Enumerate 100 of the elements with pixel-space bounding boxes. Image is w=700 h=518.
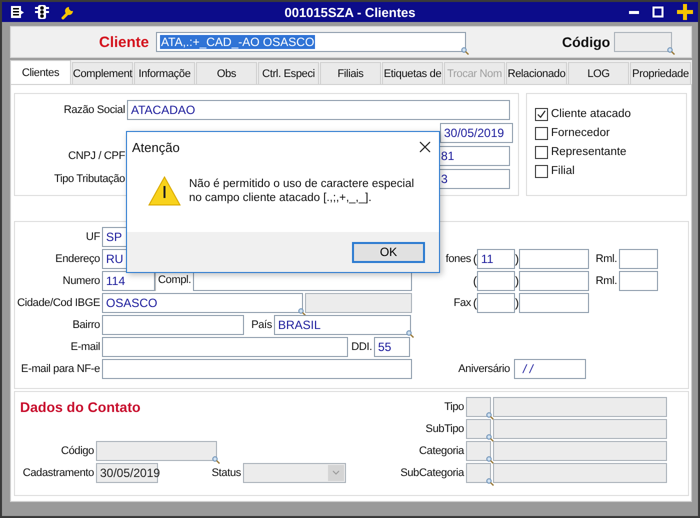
- maximize-button[interactable]: [652, 6, 664, 18]
- text-field[interactable]: ATACADAO: [127, 100, 510, 120]
- paren-text: (: [473, 296, 477, 310]
- cliente-field[interactable]: ATA,.:+_CAD_-AO OSASCO: [156, 32, 466, 52]
- extension-field[interactable]: [619, 249, 658, 269]
- text-field[interactable]: [493, 441, 667, 461]
- close-icon[interactable]: [419, 141, 431, 153]
- tab[interactable]: Complement: [72, 62, 133, 84]
- text-field[interactable]: [102, 359, 412, 379]
- tab[interactable]: Informaçõe: [134, 62, 195, 84]
- phone-field[interactable]: [519, 249, 589, 269]
- tab[interactable]: Relacionado: [506, 62, 567, 84]
- date-field[interactable]: 30/05/2019: [440, 123, 513, 143]
- text-field[interactable]: [102, 337, 348, 357]
- code-field[interactable]: [466, 419, 491, 439]
- codigo-field[interactable]: [614, 32, 672, 52]
- paren-text: (: [473, 252, 477, 266]
- field-label: Rml.: [594, 253, 618, 265]
- area-code-field[interactable]: [477, 293, 515, 313]
- fax-field[interactable]: [519, 293, 589, 313]
- text-field[interactable]: [96, 441, 217, 461]
- paren-text: ): [515, 296, 519, 310]
- checkbox-label[interactable]: Representante: [551, 146, 626, 158]
- search-icon[interactable]: [486, 456, 494, 464]
- text-field[interactable]: [493, 397, 667, 417]
- tab[interactable]: Etiquetas de: [382, 62, 443, 84]
- text-field[interactable]: 114: [102, 271, 155, 291]
- traffic-light-icon[interactable]: [34, 4, 50, 20]
- status-dropdown[interactable]: [243, 463, 346, 483]
- code-field[interactable]: [466, 463, 491, 483]
- checkbox-label[interactable]: Cliente atacado: [551, 108, 631, 120]
- ok-button[interactable]: OK: [352, 242, 425, 262]
- checkbox-label[interactable]: Filial: [551, 165, 575, 177]
- dialog-title: Atenção: [132, 140, 180, 154]
- list-icon[interactable]: [10, 5, 24, 19]
- paren-text: ): [515, 252, 519, 266]
- field-label: Tipo: [443, 401, 465, 413]
- search-icon[interactable]: [406, 330, 414, 338]
- code-field[interactable]: [466, 397, 491, 417]
- text-field[interactable]: 81: [437, 146, 510, 166]
- field-label: SubCategoria: [399, 467, 466, 479]
- search-icon[interactable]: [212, 456, 220, 464]
- date-field[interactable]: / /: [514, 359, 586, 379]
- tab[interactable]: Propriedade: [630, 62, 691, 84]
- search-icon[interactable]: [298, 308, 306, 316]
- search-icon[interactable]: [667, 47, 676, 55]
- codigo-label: Código: [562, 34, 610, 50]
- checkbox[interactable]: [535, 164, 548, 178]
- field-label: Aniversário: [457, 363, 511, 375]
- field-label: E-mail para NF-e: [20, 363, 101, 375]
- field-label: CNPJ / CPF: [67, 150, 126, 162]
- checkbox-label[interactable]: Fornecedor: [551, 127, 610, 139]
- cliente-label: Cliente: [99, 34, 150, 50]
- field-label: Cadastramento: [22, 467, 95, 479]
- tab[interactable]: Filiais: [320, 62, 381, 84]
- code-field[interactable]: [466, 441, 491, 461]
- area-code-field[interactable]: [477, 271, 515, 291]
- field-label: Numero: [62, 275, 101, 287]
- chevron-icon: [328, 465, 344, 481]
- field-label: Razão Social: [62, 104, 126, 116]
- field-label: Categoria: [418, 445, 466, 457]
- text-field[interactable]: OSASCO: [102, 293, 303, 313]
- text-field[interactable]: [493, 419, 667, 439]
- field-label: Rml.: [594, 275, 618, 287]
- text-field[interactable]: [493, 463, 667, 483]
- field-label: SubTipo: [424, 423, 465, 435]
- tab[interactable]: LOG: [568, 62, 629, 84]
- checkbox[interactable]: [535, 126, 548, 140]
- section-title: Dados do Contato: [19, 399, 141, 415]
- text-field[interactable]: [305, 293, 412, 313]
- field-label: Status: [210, 467, 242, 479]
- tab[interactable]: Obs: [196, 62, 257, 84]
- text-field[interactable]: 55: [374, 337, 410, 357]
- area-code-field[interactable]: 11: [477, 249, 515, 269]
- field-label: Bairro: [71, 319, 101, 331]
- warning-icon: [148, 176, 181, 206]
- field-label: Tipo Tributação: [53, 173, 126, 185]
- phone-field[interactable]: [519, 271, 589, 291]
- field-label: Código: [60, 445, 95, 457]
- search-icon[interactable]: [486, 434, 494, 442]
- text-field[interactable]: BRASIL: [274, 315, 411, 335]
- tab[interactable]: Ctrl. Especi: [258, 62, 319, 84]
- search-icon[interactable]: [486, 412, 494, 420]
- paren-text: ): [515, 274, 519, 288]
- text-field[interactable]: [102, 315, 244, 335]
- wrench-icon[interactable]: [60, 4, 76, 20]
- checkbox[interactable]: [535, 108, 548, 120]
- plus-icon[interactable]: [676, 3, 694, 21]
- text-field[interactable]: 3: [437, 169, 510, 189]
- tab[interactable]: Clientes: [10, 60, 71, 84]
- text-field[interactable]: [193, 271, 412, 291]
- checkbox[interactable]: [535, 146, 548, 158]
- paren-text: (: [473, 274, 477, 288]
- window-title: 001015SZA - Clientes: [283, 4, 417, 20]
- search-icon[interactable]: [461, 47, 470, 55]
- field-label: Fax: [452, 297, 472, 309]
- search-icon[interactable]: [486, 478, 494, 486]
- extension-field[interactable]: [619, 271, 658, 291]
- date-field[interactable]: 30/05/2019: [96, 463, 158, 483]
- field-label: UF: [84, 231, 101, 243]
